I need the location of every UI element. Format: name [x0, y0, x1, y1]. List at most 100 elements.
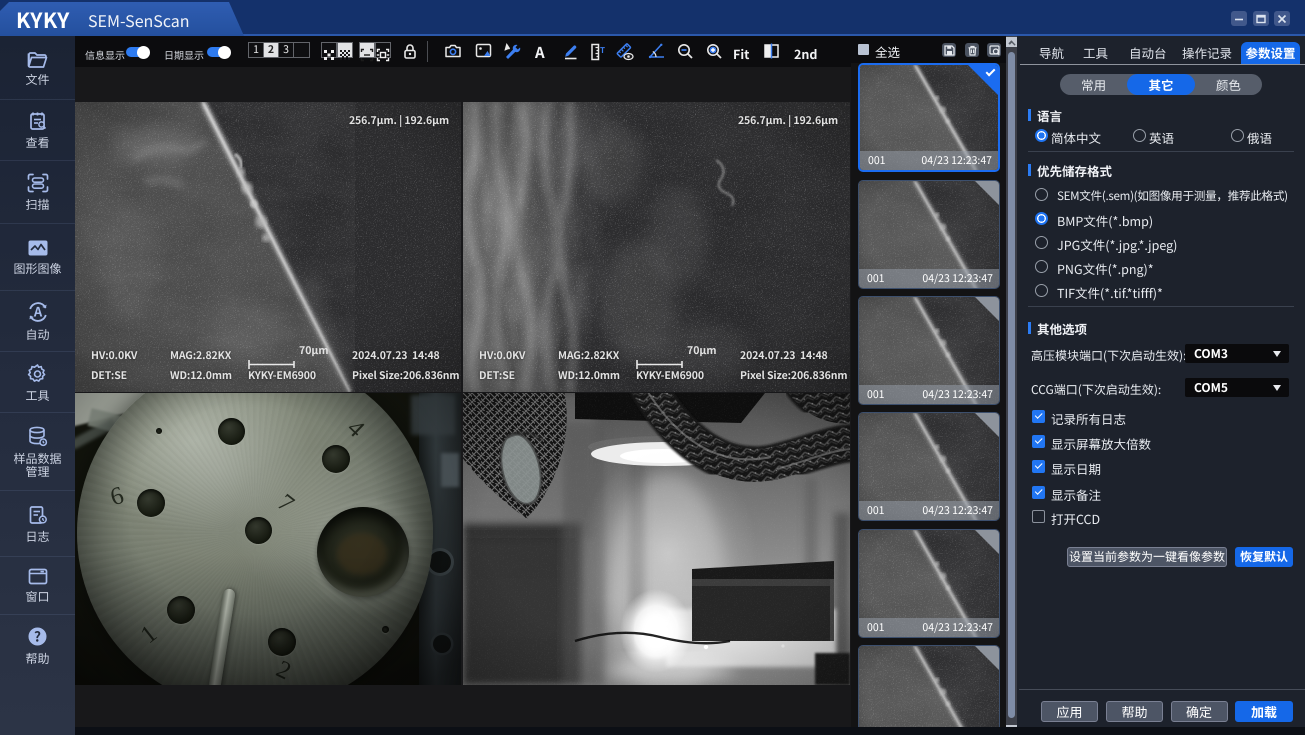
- checkbox-open-ccd[interactable]: [1032, 509, 1045, 523]
- layout-button-4[interactable]: [294, 43, 309, 57]
- preview-thumbnails-button[interactable]: [987, 43, 1001, 57]
- sidebar-item-label: 工具: [25, 386, 50, 404]
- zoom-in-button[interactable]: [706, 43, 724, 60]
- lock-button[interactable]: [402, 43, 420, 60]
- sidebar-item-scan[interactable]: 扫描: [0, 161, 75, 224]
- hv-port-select[interactable]: COM3: [1185, 343, 1289, 363]
- restore-defaults-button[interactable]: 恢复默认: [1235, 547, 1293, 567]
- capture-photo-button[interactable]: [444, 43, 462, 60]
- tab-tools[interactable]: 工具: [1083, 43, 1108, 62]
- load-button[interactable]: 加载: [1235, 701, 1293, 722]
- info-display-toggle[interactable]: [126, 45, 150, 59]
- thumbnail-time: 04/23 12:23:47: [922, 387, 993, 402]
- grid-overlay-dark-button[interactable]: [321, 42, 337, 60]
- measure-view-button[interactable]: [615, 43, 634, 61]
- image-tools-button[interactable]: [503, 43, 521, 60]
- sidebar-item-sample-data[interactable]: 样品数据管理: [0, 413, 75, 491]
- ok-button[interactable]: 确定: [1170, 701, 1228, 722]
- thumbnail-item[interactable]: 001 04/23 12:23:47: [858, 296, 1000, 405]
- thumbnail-id: 001: [867, 387, 885, 402]
- minimize-button[interactable]: [1231, 11, 1247, 26]
- draw-annotation-button[interactable]: [562, 43, 580, 60]
- sidebar-item-help[interactable]: ? 帮助: [0, 615, 75, 676]
- radio-format-jpg[interactable]: [1035, 235, 1048, 249]
- image-preview-icon: [988, 44, 1000, 55]
- sidebar-item-log[interactable]: 日志: [0, 491, 75, 557]
- checkbox-label: 显示日期: [1051, 458, 1102, 478]
- sidebar-item-window[interactable]: 窗口: [0, 557, 75, 615]
- save-thumbnails-button[interactable]: [942, 43, 956, 57]
- second-view-button[interactable]: 2nd: [794, 44, 817, 63]
- sidebar-item-view[interactable]: 查看: [0, 100, 75, 161]
- layout-button-1[interactable]: 1: [249, 43, 264, 57]
- tab-navigation[interactable]: 导航: [1039, 43, 1064, 62]
- ccg-port-select[interactable]: COM5: [1185, 377, 1289, 397]
- checkbox-show-remark[interactable]: [1032, 485, 1045, 499]
- thumbnail-item[interactable]: 00104/23 12:23:47: [858, 529, 1000, 638]
- camera-icon: [445, 44, 461, 58]
- angle-measure-button[interactable]: [648, 43, 666, 60]
- thumbnail-caption: 001 04/23 12:23:47: [859, 269, 999, 288]
- radio-format-sem[interactable]: [1035, 187, 1048, 201]
- radio-format-tif[interactable]: [1035, 283, 1048, 297]
- thumbnail-fold-corner: [975, 413, 999, 437]
- sidebar-item-label: 自动: [25, 326, 50, 343]
- tab-operation-log[interactable]: 操作记录: [1182, 43, 1232, 62]
- set-preset-params-button[interactable]: 设置当前参数为一键看像参数: [1067, 547, 1227, 567]
- scrollbar-thumb[interactable]: [1008, 52, 1015, 718]
- save-image-button[interactable]: [475, 43, 493, 60]
- layout-button-3[interactable]: 3: [279, 43, 294, 57]
- sidebar-item-file[interactable]: 文件: [0, 36, 75, 100]
- sem-image-2[interactable]: 256.7μm. | 192.6μm HV:0.0KV MAG:2.82KX 7…: [463, 102, 850, 392]
- date-display-toggle[interactable]: [207, 45, 231, 59]
- chamber-camera-view[interactable]: [463, 393, 850, 685]
- select-all-checkbox[interactable]: [858, 44, 869, 55]
- sub-tab-other[interactable]: 其它: [1127, 74, 1195, 95]
- checkbox-show-date[interactable]: [1032, 459, 1045, 473]
- sub-tab-common[interactable]: 常用: [1060, 74, 1127, 95]
- stage-camera-view[interactable]: 6 7 4 1 2: [75, 393, 461, 685]
- checkbox-log-all[interactable]: [1032, 409, 1045, 423]
- thumbnail-item[interactable]: 00104/23 12:23:47: [858, 63, 1000, 172]
- storage-format-section-title: 优先储存格式: [1028, 161, 1112, 180]
- radio-format-png[interactable]: [1035, 259, 1048, 273]
- radio-lang-english[interactable]: [1133, 128, 1146, 142]
- text-annotation-button[interactable]: A: [535, 42, 545, 63]
- delete-thumbnails-button[interactable]: [965, 43, 979, 57]
- layout-button-2[interactable]: 2: [264, 43, 279, 57]
- zoom-out-button[interactable]: [677, 43, 695, 60]
- sem-image-1[interactable]: 256.7μm. | 192.6μm HV:0.0KV MAG:2.82KX 7…: [75, 102, 461, 392]
- apply-button[interactable]: 应用: [1041, 701, 1098, 722]
- settings-sub-tabs: 常用 其它 颜色: [1060, 74, 1262, 95]
- radio-format-bmp[interactable]: [1035, 211, 1048, 225]
- vertical-scrollbar[interactable]: [1006, 36, 1017, 735]
- sem-senscan-window: { "accent_color": "#1568e8", "titlebar":…: [0, 0, 1305, 735]
- tab-auto-stage[interactable]: 自动台: [1129, 43, 1167, 62]
- radio-lang-russian[interactable]: [1231, 128, 1244, 142]
- sub-tab-color[interactable]: 颜色: [1195, 74, 1262, 95]
- radio-lang-simplified-chinese[interactable]: [1035, 128, 1048, 142]
- tab-parameter-settings[interactable]: 参数设置: [1241, 42, 1300, 64]
- dropdown-caret-icon: [1273, 350, 1281, 357]
- scan-frame-icon: [27, 173, 48, 193]
- thumbnail-item[interactable]: 00104/23 12:23:47: [858, 180, 1000, 289]
- thumbnail-item[interactable]: 00104/23 12:23:47: [858, 412, 1000, 521]
- sidebar-item-tools[interactable]: 工具: [0, 352, 75, 413]
- thumbnail-item[interactable]: 00104/23 12:23:47: [858, 645, 1000, 727]
- split-view-button[interactable]: [763, 43, 781, 60]
- close-button[interactable]: [1274, 11, 1290, 26]
- label-ruler-button[interactable]: T: [590, 43, 608, 61]
- fit-view-button[interactable]: Fit: [733, 44, 749, 63]
- maximize-button[interactable]: [1253, 11, 1269, 26]
- scroll-up-button[interactable]: [1006, 37, 1017, 48]
- full-frame-button[interactable]: [375, 42, 391, 62]
- pixel-size-overlay: Pixel Size:206.836nm: [352, 368, 460, 383]
- checkbox-show-screen-mag[interactable]: [1032, 434, 1045, 448]
- help-button[interactable]: 帮助: [1106, 701, 1163, 722]
- grid-overlay-light-button[interactable]: [337, 42, 353, 60]
- svg-text:?: ?: [34, 626, 41, 645]
- reduced-area-button[interactable]: [359, 42, 375, 62]
- sidebar-item-auto[interactable]: A 自动: [0, 291, 75, 352]
- svg-text:A: A: [32, 302, 42, 321]
- sidebar-item-graphics[interactable]: 图形图像: [0, 224, 75, 291]
